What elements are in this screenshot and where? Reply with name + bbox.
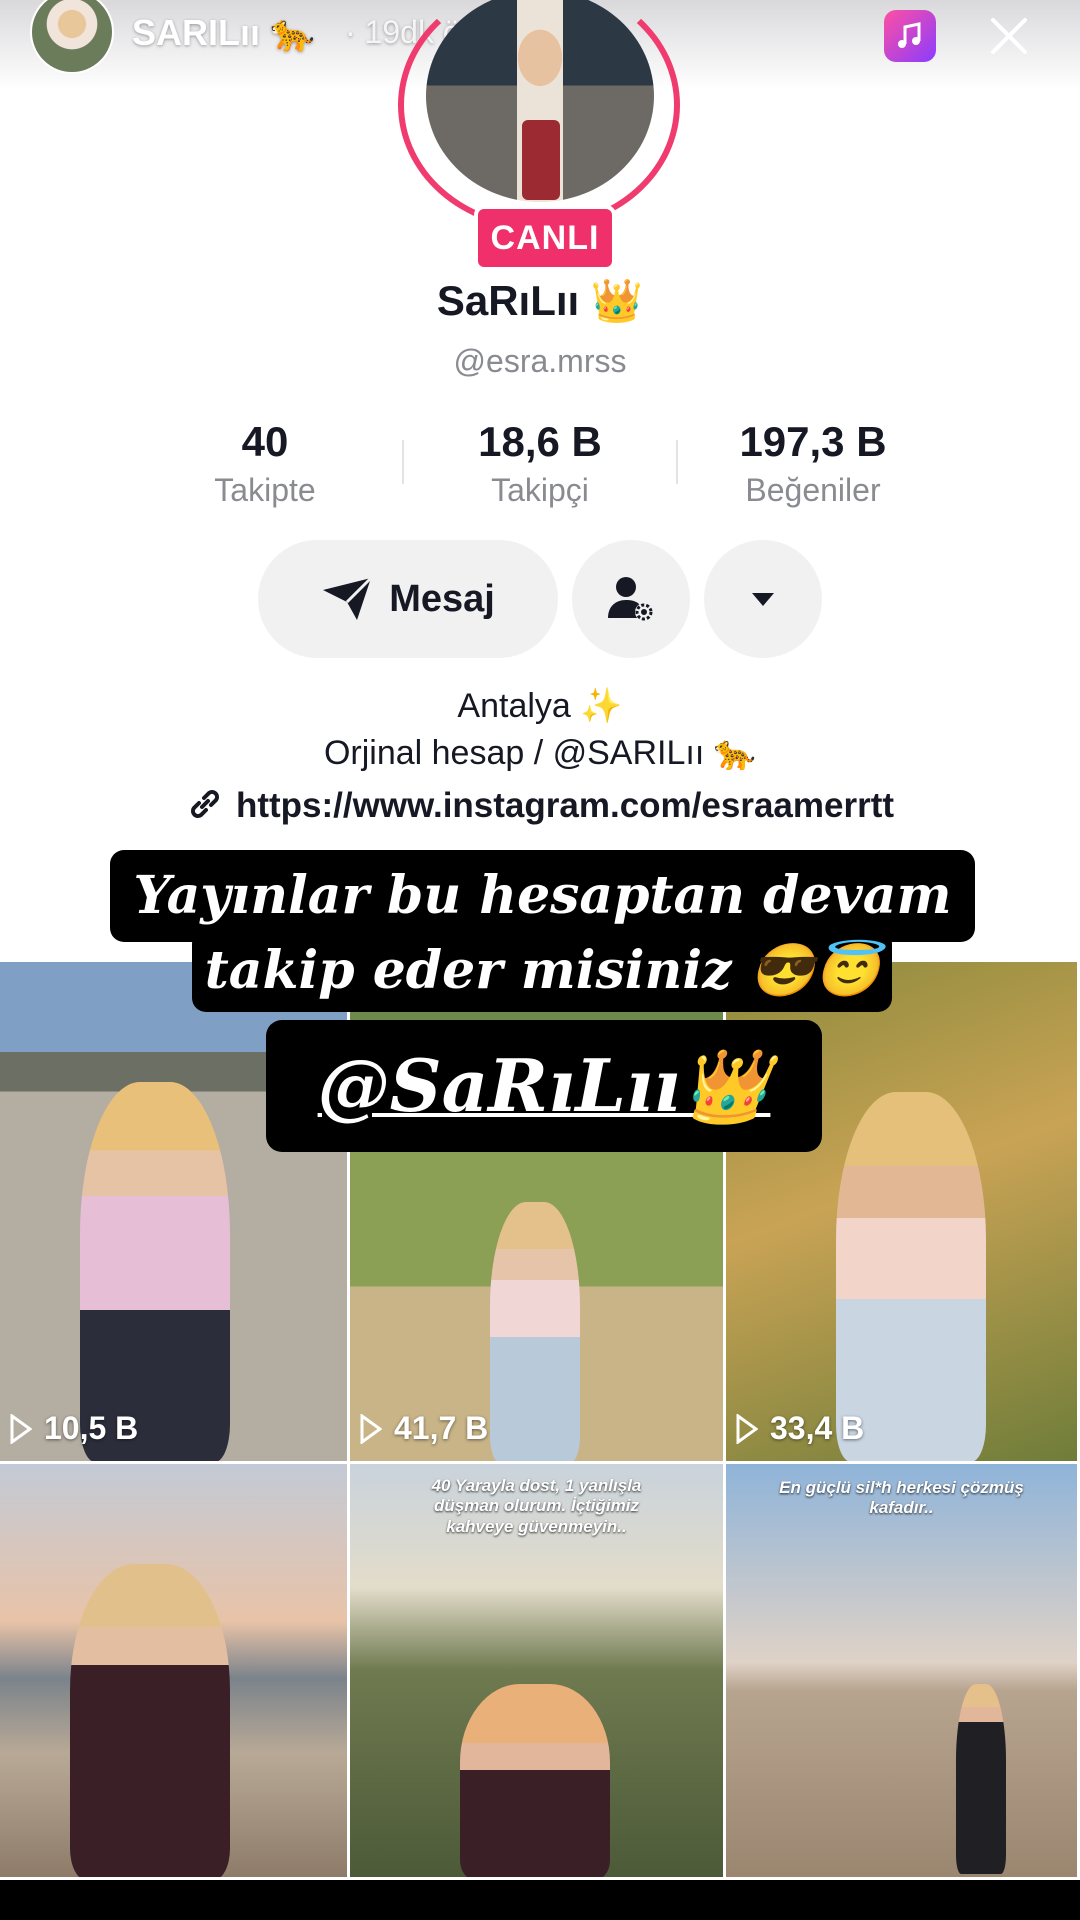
stat-label: Takipte — [214, 472, 316, 508]
play-icon — [10, 1413, 32, 1444]
bio-location: Antalya ✨ — [457, 687, 623, 725]
stat-label: Beğeniler — [745, 472, 881, 508]
play-icon — [736, 1413, 758, 1444]
bio-link[interactable]: https://www.instagram.com/esraamerrtt — [0, 785, 1080, 826]
stat-value: 40 — [241, 418, 289, 465]
view-count-text: 41,7 B — [394, 1410, 489, 1446]
live-badge[interactable]: CANLI — [474, 205, 616, 271]
divider — [402, 440, 404, 484]
video-caption: 40 Yarayla dost, 1 yanlışla düşman oluru… — [431, 1476, 642, 1536]
view-count: 10,5 B — [10, 1410, 138, 1447]
view-count-text: 10,5 B — [44, 1410, 139, 1446]
stat-value: 18,6 B — [478, 418, 602, 465]
video-thumbnail[interactable]: 40 Yarayla dost, 1 yanlışla düşman oluru… — [350, 1464, 726, 1880]
story-mention[interactable]: @SaRıLıı👑 — [266, 1020, 822, 1152]
send-icon — [323, 576, 373, 620]
stat-value: 197,3 B — [739, 418, 887, 465]
caret-down-icon — [752, 593, 774, 606]
story-username[interactable]: SARILıı 🐆 — [132, 12, 315, 54]
bio-text: Orjinal hesap / @SARILıı 🐆 — [323, 734, 757, 772]
view-count-text: 33,4 B — [770, 1410, 865, 1446]
stat-following[interactable]: 40 Takipte — [130, 418, 400, 509]
message-button[interactable]: Mesaj — [258, 540, 558, 658]
more-dropdown-button[interactable] — [704, 540, 822, 658]
stat-likes[interactable]: 197,3 B Beğeniler — [678, 418, 948, 509]
story-text-line-2: takip eder misiniz 😎😇 — [192, 930, 892, 1012]
mention-text: @SaRıLıı👑 — [317, 1043, 771, 1128]
video-thumbnail[interactable] — [0, 1464, 350, 1880]
bottom-bar — [0, 1880, 1080, 1920]
view-count: 41,7 B — [360, 1410, 488, 1447]
stat-label: Takipçi — [491, 472, 589, 508]
story-text-line-1: Yayınlar bu hesaptan devam — [110, 850, 975, 942]
view-count: 33,4 B — [736, 1410, 864, 1447]
play-icon — [360, 1413, 382, 1444]
link-icon — [190, 790, 219, 818]
close-icon[interactable] — [985, 12, 1033, 60]
message-label: Mesaj — [389, 577, 495, 620]
user-settings-icon — [608, 577, 653, 621]
video-caption: En güçlü sil*h herkesi çözmüş kafadır.. — [779, 1478, 1024, 1518]
add-friend-button[interactable] — [572, 540, 690, 658]
display-name: SaRıLıı 👑 — [436, 277, 644, 324]
profile-username: @esra.mrss — [453, 343, 627, 379]
stat-followers[interactable]: 18,6 B Takipçi — [405, 418, 675, 509]
bio-link-text: https://www.instagram.com/esraamerrtt — [235, 786, 895, 825]
video-thumbnail[interactable]: En güçlü sil*h herkesi çözmüş kafadır.. — [726, 1464, 1080, 1880]
profile-avatar[interactable] — [426, 0, 654, 202]
music-icon[interactable] — [884, 10, 936, 62]
